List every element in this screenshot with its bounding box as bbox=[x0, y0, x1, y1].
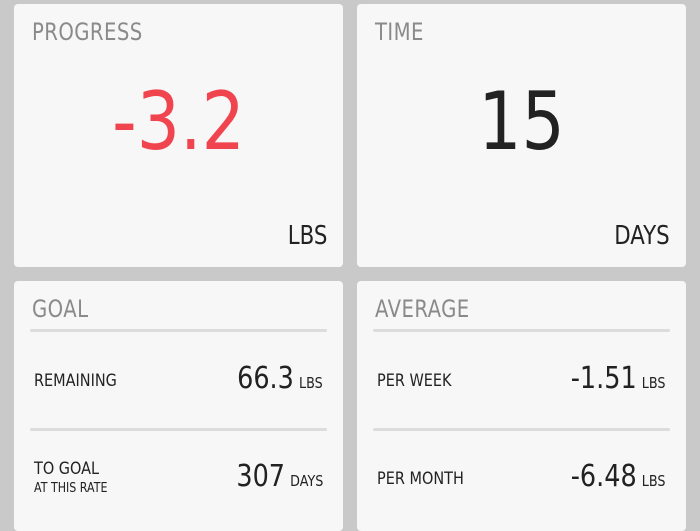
to-goal-number: 307 bbox=[236, 459, 285, 494]
per-month-value: -6.48 LBS bbox=[571, 459, 666, 494]
time-value: 15 bbox=[478, 75, 565, 168]
remaining-value: 66.3 LBS bbox=[237, 361, 323, 396]
goal-card[interactable]: GOAL REMAINING 66.3 LBS TO GOAL AT THIS R… bbox=[14, 281, 343, 531]
progress-value: -3.2 bbox=[112, 75, 245, 168]
time-card[interactable]: TIME 15 DAYS bbox=[357, 4, 686, 267]
time-unit: DAYS bbox=[614, 221, 670, 251]
to-goal-unit: DAYS bbox=[289, 472, 323, 490]
to-goal-label: TO GOAL bbox=[34, 459, 100, 479]
per-week-unit: LBS bbox=[642, 374, 666, 392]
average-card[interactable]: AVERAGE PER WEEK -1.51 LBS PER MONTH -6.4… bbox=[357, 281, 686, 531]
goal-title: GOAL bbox=[32, 295, 89, 323]
progress-card[interactable]: PROGRESS -3.2 LBS bbox=[14, 4, 343, 267]
progress-title: PROGRESS bbox=[32, 18, 143, 46]
progress-unit: LBS bbox=[287, 221, 327, 251]
average-row-divider bbox=[373, 428, 670, 431]
per-week-value: -1.51 LBS bbox=[571, 361, 666, 396]
remaining-label: REMAINING bbox=[34, 371, 117, 391]
per-month-unit: LBS bbox=[642, 472, 666, 490]
goal-row-divider bbox=[30, 428, 327, 431]
to-goal-sublabel: AT THIS RATE bbox=[34, 481, 108, 496]
goal-title-divider bbox=[30, 329, 327, 332]
per-week-label: PER WEEK bbox=[377, 371, 452, 391]
remaining-number: 66.3 bbox=[237, 361, 295, 396]
per-week-number: -1.51 bbox=[571, 361, 638, 396]
to-goal-value: 307 DAYS bbox=[236, 459, 323, 494]
average-title: AVERAGE bbox=[375, 295, 470, 323]
per-month-number: -6.48 bbox=[571, 459, 638, 494]
per-month-label: PER MONTH bbox=[377, 469, 464, 489]
remaining-unit: LBS bbox=[299, 374, 323, 392]
average-title-divider bbox=[373, 329, 670, 332]
time-title: TIME bbox=[375, 18, 424, 46]
